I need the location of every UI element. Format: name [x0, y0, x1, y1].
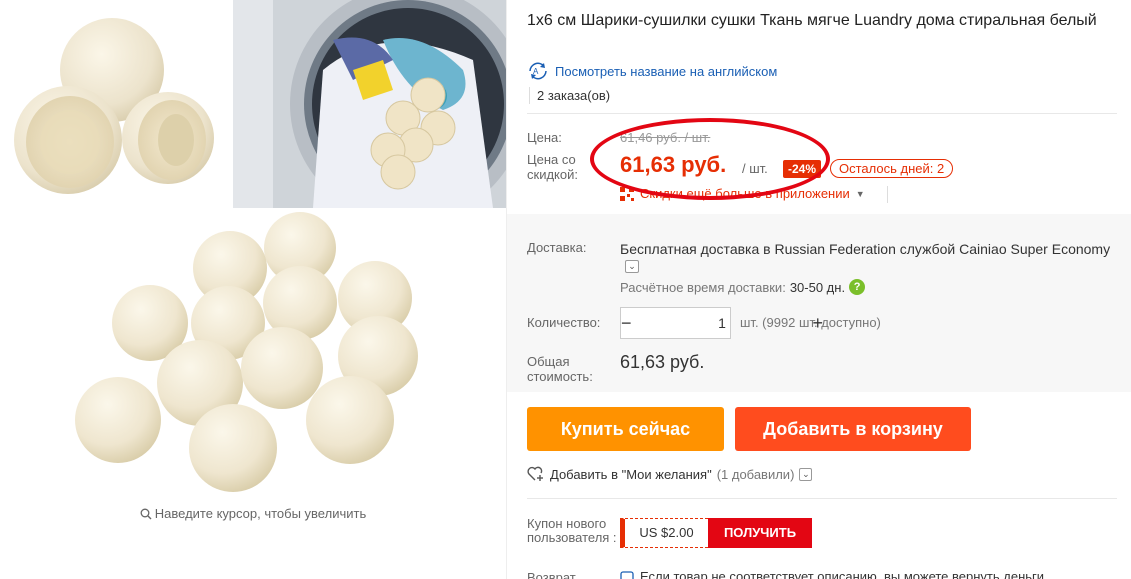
wishlist-text: Добавить в "Мои желания" [550, 466, 712, 482]
returns-policy: Если товар не соответствует описанию, вы… [620, 569, 1044, 579]
returns-label: Возврат [527, 570, 576, 579]
price-label: Цена: [527, 130, 562, 145]
divider [527, 113, 1117, 114]
coupon-value: US $2.00 [620, 518, 708, 548]
discount-badge: -24% [783, 160, 822, 178]
decrease-quantity-button[interactable]: − [621, 308, 632, 338]
days-left-badge: Осталось дней: 2 [830, 159, 954, 178]
total-price: 61,63 руб. [620, 352, 705, 372]
magnifier-icon [140, 508, 152, 520]
zoom-hint: Наведите курсор, чтобы увеличить [0, 506, 506, 521]
eta-label: Расчётное время доставки: [620, 279, 786, 295]
product-thumbnail-washing-machine[interactable] [233, 0, 506, 208]
quantity-stepper: − + [620, 307, 823, 339]
wishlist-count: (1 добавили) [716, 466, 795, 482]
app-discount-text: Скидки ещё больше в приложении [640, 186, 850, 201]
shipping-method: Бесплатная доставка в Russian Federation… [620, 241, 1111, 257]
add-to-wishlist-link[interactable]: Добавить в "Мои желания" (1 добавили) ⌄ [527, 466, 813, 482]
app-discount-link[interactable]: Скидки ещё больше в приложении ▼ [620, 186, 865, 201]
discount-price: 61,63 руб. [620, 152, 727, 177]
shield-icon [620, 570, 634, 579]
available-stock: шт. (9992 шт. доступно) [740, 315, 881, 330]
chevron-down-icon[interactable]: ⌄ [799, 467, 813, 481]
zoom-hint-text: Наведите курсор, чтобы увеличить [154, 506, 367, 521]
quantity-label: Количество: [527, 315, 601, 330]
discount-price-label: Цена со скидкой: [527, 152, 578, 182]
orders-count: 2 заказа(ов) [537, 88, 611, 103]
product-gallery: Наведите курсор, чтобы увеличить [0, 0, 506, 579]
coupon-label: Купон нового пользователя : [527, 516, 617, 545]
shipping-dropdown-toggle[interactable]: ⌄ [625, 260, 639, 273]
translate-icon: A [529, 62, 547, 80]
price-unit: / шт. [742, 161, 768, 176]
product-main-image[interactable] [0, 208, 506, 498]
heart-plus-icon [527, 466, 543, 481]
divider [887, 186, 888, 203]
product-page: Наведите курсор, чтобы увеличить 1х6 см … [0, 0, 1131, 579]
new-user-coupon: US $2.00 ПОЛУЧИТЬ [620, 518, 812, 548]
total-label: Общая стоимость: [527, 354, 593, 384]
product-info: 1х6 см Шарики-сушилки сушки Ткань мягче … [506, 0, 1131, 579]
help-icon[interactable]: ? [849, 279, 866, 295]
product-title: 1х6 см Шарики-сушилки сушки Ткань мягче … [527, 12, 1097, 29]
caret-down-icon: ▼ [855, 188, 865, 199]
add-to-cart-button[interactable]: Добавить в корзину [735, 407, 971, 451]
translate-link-text: Посмотреть название на английском [555, 63, 778, 79]
original-price: 61,46 руб. / шт. [620, 130, 711, 145]
returns-policy-text: Если товар не соответствует описанию, вы… [640, 569, 1045, 579]
product-thumbnail-balls-cut[interactable] [0, 0, 232, 208]
get-coupon-button[interactable]: ПОЛУЧИТЬ [708, 518, 812, 548]
shipping-label: Доставка: [527, 240, 587, 255]
qr-code-icon [620, 186, 634, 201]
divider [529, 87, 530, 104]
svg-text:A: A [533, 67, 539, 76]
delivery-eta: Расчётное время доставки: 30-50 дн. ? [620, 279, 866, 295]
eta-value: 30-50 дн. [789, 279, 846, 295]
translate-title-link[interactable]: A Посмотреть название на английском [527, 62, 777, 80]
divider [527, 498, 1117, 499]
buy-now-button[interactable]: Купить сейчас [527, 407, 724, 451]
